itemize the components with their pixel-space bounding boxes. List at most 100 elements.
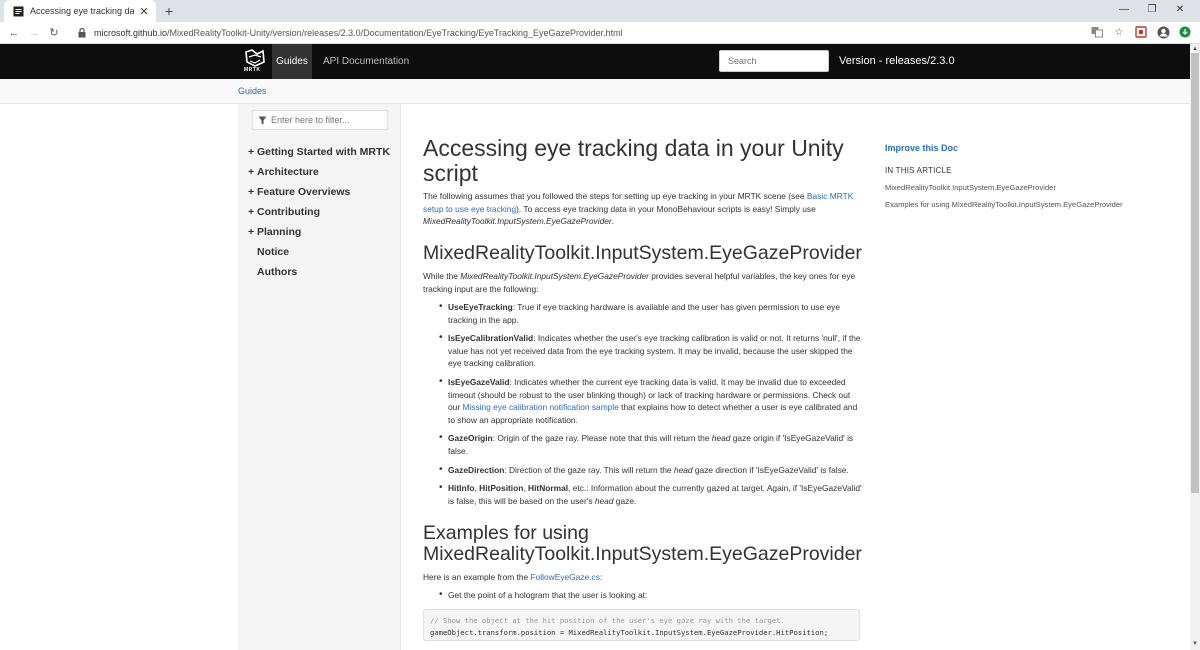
forward-arrow-icon[interactable]: → [24,27,44,39]
expand-icon[interactable]: + [248,144,257,160]
sidebar: +Getting Started with MRTK +Architecture… [238,104,401,650]
version-label[interactable]: Version - releases/2.3.0 [839,44,955,79]
page-title: Accessing eye tracking data in your Unit… [423,135,844,186]
new-tab-icon[interactable]: + [162,2,176,20]
list-item: IsEyeCalibrationValid: Indicates whether… [439,332,863,370]
article: Accessing eye tracking data in your Unit… [423,104,863,650]
code-line: gameObject.transform.position = MixedRea… [430,628,829,637]
toc-item-feature-overviews[interactable]: + Feature Overviews [248,184,390,204]
affix-link-provider[interactable]: MixedRealityToolkit.InputSystem.EyeGazeP… [885,183,1125,192]
text: : Origin of the gaze ray. Please note th… [492,433,712,444]
filter-box[interactable] [252,110,388,130]
text: : Direction of the gaze ray. This will r… [504,464,674,475]
lock-icon[interactable] [78,27,90,38]
term: IsEyeCalibrationValid [448,333,534,344]
translate-icon[interactable] [1090,25,1104,39]
toc-item-getting-started[interactable]: + Getting Started with MRTK [248,144,390,164]
profile-icon[interactable] [1156,25,1170,39]
improve-doc-link[interactable]: Improve this Doc [885,143,1125,153]
back-arrow-icon[interactable]: ← [4,27,24,39]
term: GazeDirection [448,464,505,475]
expand-icon[interactable]: + [248,204,257,220]
browser-tab[interactable]: Accessing eye tracking data in yo ✕ [4,0,156,22]
toc-list: + Getting Started with MRTK + Architecture… [248,144,390,284]
expand-icon[interactable]: + [248,184,257,200]
provider-variable-list: UseEyeTracking: True if eye tracking har… [439,301,863,507]
text: ). To access eye tracking data in your M… [516,203,816,214]
term: HitNormal [528,483,569,494]
text: : [599,572,603,582]
list-item: IsEyeGazeValid: Indicates whether the cu… [439,376,863,426]
in-this-article-heading: IN THIS ARTICLE [885,166,952,175]
toc-item-label: Getting Started with MRTK [257,146,390,158]
logo-text: MRTK [244,67,261,73]
follow-eye-gaze-link[interactable]: FollowEyeGaze.cs [531,572,600,582]
emphasis: MixedRealityToolkit.InputSystem.EyeGazeP… [423,216,612,227]
tab-title: Accessing eye tracking data in yo [30,6,134,16]
emphasis: head [594,495,614,506]
list-item: HitInfo, HitPosition, HitNormal, etc.: I… [439,482,863,507]
term: IsEyeGazeValid [448,376,510,387]
nav-api-documentation[interactable]: API Documentation [323,44,409,79]
scroll-up-arrow-icon[interactable]: ▲ [1191,45,1199,53]
extension-icon[interactable] [1134,25,1148,39]
article-affix: Improve this Doc IN THIS ARTICLE MixedRe… [885,143,1125,209]
examples-list: Get the point of a hologram that the use… [439,589,863,602]
nav-guides[interactable]: Guides [272,44,312,79]
tab-close-icon[interactable]: ✕ [138,5,150,18]
search-input[interactable] [719,50,829,72]
code-block[interactable]: // Show the object at the hit position o… [423,609,860,641]
emphasis: head [711,433,731,444]
scroll-down-arrow-icon[interactable]: ▼ [1191,640,1199,648]
toc-item-label: Planning [257,226,302,238]
url-path: /MixedRealityToolkit-Unity/version/relea… [167,27,623,38]
toc-item-authors[interactable]: Authors [248,264,390,284]
section-heading-examples: Examples for using MixedRealityToolkit.I… [423,522,862,565]
scrollbar-thumb[interactable] [1191,53,1199,493]
section-heading-provider: MixedRealityToolkit.InputSystem.EyeGazeP… [423,242,862,264]
breadcrumb-bar: Guides [0,79,1190,104]
missing-calibration-sample-link[interactable]: Missing eye calibration notification sam… [462,402,618,412]
page-favicon-icon [12,5,24,17]
browser-toolbar: ← → ↻ microsoft.github.io/MixedRealityTo… [0,22,1200,44]
toc-item-planning[interactable]: + Planning [248,224,390,244]
expand-icon[interactable]: + [248,224,257,240]
browser-tab-bar: Accessing eye tracking data in yo ✕ + — … [0,0,1200,22]
text: While the [423,271,461,281]
update-icon[interactable] [1178,25,1192,39]
reload-icon[interactable]: ↻ [44,26,64,39]
filter-input[interactable] [271,115,381,125]
bookmark-star-icon[interactable]: ☆ [1112,25,1126,39]
text: The following assumes that you followed … [423,191,807,201]
restore-icon[interactable]: ❐ [1138,2,1166,18]
term: HitPosition [479,483,524,494]
toc-item-label: Authors [257,266,298,278]
toc-item-contributing[interactable]: + Contributing [248,204,390,224]
toc-item-notice[interactable]: Notice [248,244,390,264]
text: Here is an example from the [423,572,531,582]
provider-paragraph: While the MixedRealityToolkit.InputSyste… [423,270,863,295]
code-comment: // Show the object at the hit position o… [430,616,785,625]
list-item: GazeDirection: Direction of the gaze ray… [439,464,863,477]
toc-item-label: Contributing [257,206,320,218]
examples-paragraph: Here is an example from the FollowEyeGaz… [423,571,863,584]
text: . [611,216,615,227]
toc-item-label: Feature Overviews [257,186,351,198]
window-controls: — ❐ ✕ [1110,2,1194,18]
address-bar[interactable]: microsoft.github.io/MixedRealityToolkit-… [94,28,623,38]
text: gaze. [613,495,637,506]
expand-icon[interactable]: + [248,164,257,180]
term: GazeOrigin [448,433,493,444]
window-close-icon[interactable]: ✕ [1166,2,1194,18]
breadcrumb-guides[interactable]: Guides [238,86,267,96]
text: gaze direction if 'IsEyeGazeValid' is fa… [692,464,849,475]
toc-item-architecture[interactable]: + Architecture [248,164,390,184]
list-item: GazeOrigin: Origin of the gaze ray. Plea… [439,432,863,457]
emphasis: head [673,464,693,475]
term: UseEyeTracking [448,302,513,312]
site-navbar: MRTK Guides API Documentation Version - … [0,44,1190,79]
minimize-icon[interactable]: — [1110,2,1138,18]
emphasis: MixedRealityToolkit.InputSystem.EyeGazeP… [460,271,649,281]
intro-paragraph: The following assumes that you followed … [423,190,863,228]
affix-link-examples[interactable]: Examples for using MixedRealityToolkit.I… [885,200,1125,209]
